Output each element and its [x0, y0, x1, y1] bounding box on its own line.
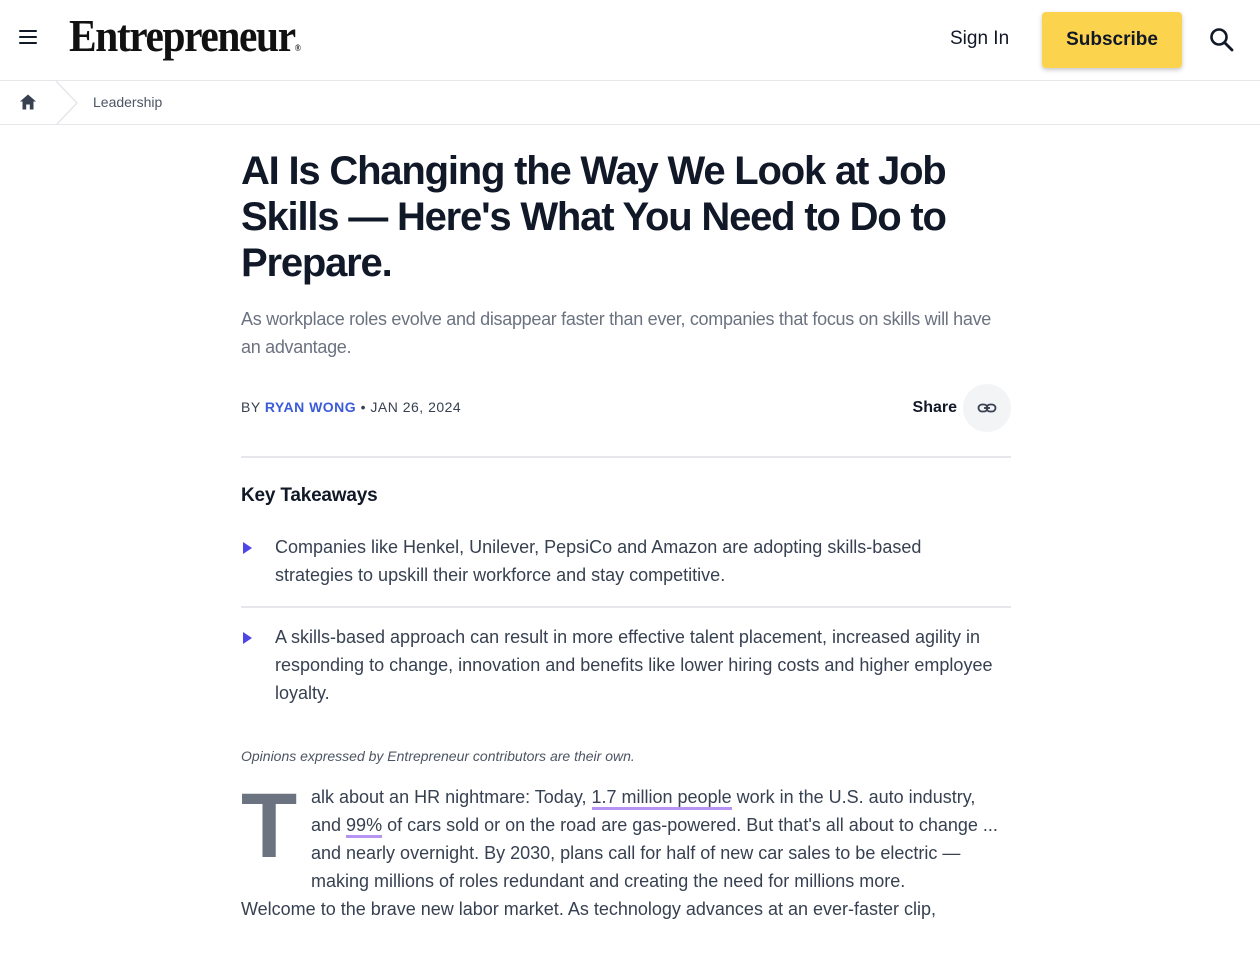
opinion-disclaimer: Opinions expressed by Entrepreneur contr…: [241, 748, 635, 764]
takeaway-divider: [241, 606, 1011, 608]
byline-prefix: BY: [241, 399, 261, 415]
subscribe-button[interactable]: Subscribe: [1042, 12, 1182, 68]
search-icon[interactable]: [1209, 27, 1235, 53]
takeaway-item: Companies like Henkel, Unilever, PepsiCo…: [241, 533, 1011, 589]
hamburger-menu-icon[interactable]: [19, 30, 41, 50]
logo-registered-mark: ®: [294, 43, 301, 53]
logo-text: Entrepreneur: [69, 11, 296, 61]
publish-date: JAN 26, 2024: [370, 399, 462, 415]
takeaway-item: A skills-based approach can result in mo…: [241, 623, 1011, 707]
takeaway-text: Companies like Henkel, Unilever, PepsiCo…: [275, 537, 922, 585]
link-icon: [977, 403, 997, 413]
byline: BY RYAN WONG • JAN 26, 2024: [241, 399, 461, 415]
inline-link-million-people[interactable]: 1.7 million people: [591, 787, 732, 810]
byline-separator: •: [360, 399, 366, 415]
breadcrumb-leadership[interactable]: Leadership: [93, 94, 162, 110]
site-header: Entrepreneur® Sign In Subscribe: [0, 0, 1260, 81]
triangle-bullet-icon: [243, 542, 252, 554]
article-dek: As workplace roles evolve and disappear …: [241, 309, 992, 357]
sign-in-link[interactable]: Sign In: [950, 28, 1009, 50]
triangle-bullet-icon: [243, 632, 252, 644]
share-link-button[interactable]: [963, 384, 1011, 432]
article-body: Talk about an HR nightmare: Today, 1.7 m…: [241, 775, 1001, 923]
byline-divider: [241, 456, 1011, 458]
share-label: Share: [912, 399, 957, 416]
inline-link-99-percent[interactable]: 99%: [346, 815, 383, 838]
body-text: alk about an HR nightmare: Today,: [311, 787, 592, 807]
body-text: of cars sold or on the road are gas-powe…: [311, 815, 998, 891]
home-icon[interactable]: [19, 93, 37, 111]
article-header: AI Is Changing the Way We Look at Job Sk…: [241, 148, 1011, 361]
drop-cap: T: [241, 775, 298, 877]
article-title: AI Is Changing the Way We Look at Job Sk…: [241, 149, 947, 285]
author-link[interactable]: RYAN WONG: [265, 399, 356, 415]
key-takeaways-heading: Key Takeaways: [241, 485, 378, 506]
takeaway-text: A skills-based approach can result in mo…: [275, 627, 993, 703]
body-paragraph: Welcome to the brave new labor market. A…: [241, 899, 937, 919]
breadcrumb-separator: [55, 80, 79, 126]
byline-row: BY RYAN WONG • JAN 26, 2024 Share: [241, 384, 1011, 432]
site-logo[interactable]: Entrepreneur®: [69, 10, 301, 62]
breadcrumb: Leadership: [0, 80, 1260, 126]
body-paragraph: Talk about an HR nightmare: Today, 1.7 m…: [241, 775, 1001, 895]
